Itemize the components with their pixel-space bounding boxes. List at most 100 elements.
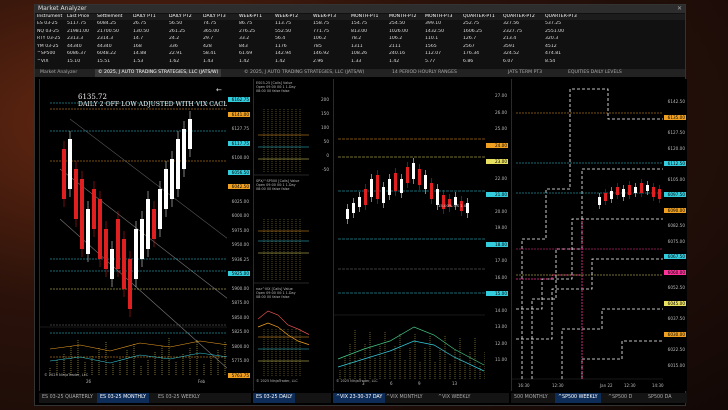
chart1-canvas[interactable] <box>40 79 251 391</box>
value-cell: 320.3 <box>545 36 559 41</box>
chart-tab[interactable]: ES 03-25 WEEKLY <box>155 393 203 403</box>
back-arrow-icon[interactable]: ← <box>216 86 222 94</box>
value-cell: 126.7 <box>463 36 477 41</box>
price-label: 6097.50 <box>664 192 686 197</box>
value-cell: 276.25 <box>239 28 256 34</box>
value-cell: 1.62 <box>169 58 180 64</box>
close-icon[interactable]: ✕ <box>677 5 682 13</box>
chart2-tabs: ES 03-25 DAILY <box>253 393 331 403</box>
price-label: 6000.00 <box>231 213 249 218</box>
market-table-row[interactable]: YM 03-25 44340 44340 168 336 428 843 1176 785 131… <box>35 44 685 50</box>
instrument-cell: RTY 03-25 <box>37 36 61 41</box>
price-label: 19.00 <box>495 225 507 230</box>
chart-panel-es-monthly[interactable]: 6135.72 DAILY 2 OFF LOW ADJUSTED WITH VI… <box>39 79 251 391</box>
chart-tab[interactable]: ES 03-25 MONTHLY <box>97 393 150 403</box>
value-cell: 176.34 <box>463 51 480 56</box>
price-label: 15.00 <box>486 291 508 296</box>
candle-body <box>640 183 643 193</box>
candle-body <box>604 193 607 201</box>
column-header[interactable]: WEEK-PT1 <box>239 14 275 20</box>
value-cell: 58.41 <box>203 51 217 56</box>
value-cell: 61.69 <box>239 51 253 56</box>
value-cell: 2567 <box>463 43 475 49</box>
chart3-canvas[interactable] <box>334 79 509 391</box>
market-table-row[interactable]: ES 03-25 5117.75 6084.25 26.75 56.50 74.75 86.… <box>35 21 685 27</box>
x-axis-label: 13 <box>452 381 458 386</box>
chart1-tabs: ES 03-25 QUARTERLY ES 03-25 MONTHLY ES 03-… <box>39 393 251 403</box>
value-cell: 474.81 <box>545 51 562 56</box>
market-table-row[interactable]: RTY 03-25 2313.3 2314.3 14.7 24.2 29.7 33.2 56.… <box>35 36 685 42</box>
chart-tab[interactable]: ES 03-25 DAILY <box>253 393 296 403</box>
chart-tab[interactable]: ES 03-25 QUARTERLY <box>39 393 96 403</box>
candle-body <box>104 229 108 269</box>
column-header[interactable]: DAILY PT3 <box>203 14 239 20</box>
value-cell: 324.52 <box>503 51 520 56</box>
chart-tab[interactable]: 500 MONTHLY <box>511 393 551 403</box>
column-header[interactable]: WEEK-PT3 <box>313 14 351 20</box>
workspace-tab[interactable]: JATS TERM PT3 <box>505 69 545 77</box>
value-cell: 1176 <box>275 43 287 49</box>
chart-panel-es-daily[interactable]: ES03-25 [Calls] Value Open 09:00 00:1 1.… <box>253 79 331 391</box>
price-label: 6037.50 <box>667 316 685 321</box>
workspace-tab[interactable]: © 2025, J AUTO TRADING STRATEGIES, LLC (… <box>241 69 367 77</box>
chart-tab[interactable]: ^VIX 23-30-37 DAY <box>333 393 386 403</box>
x-axis-label: 6 <box>390 381 393 386</box>
scale-label: 0 <box>326 153 329 158</box>
candle-body <box>622 189 625 197</box>
column-header[interactable]: DAILY PT2 <box>169 14 203 20</box>
price-label: 6162.75 <box>228 97 250 102</box>
workspace-tab[interactable]: Market Analyzer <box>37 69 80 77</box>
value-cell: 843 <box>239 43 248 49</box>
value-cell: 26.75 <box>133 21 147 26</box>
column-header[interactable]: MONTH-PT1 <box>351 14 389 20</box>
chart-tab[interactable]: ^VIX MONTHLY <box>383 393 426 403</box>
value-cell: 1311 <box>351 43 363 49</box>
price-label: 25.00 <box>495 126 507 131</box>
value-cell: 399.10 <box>425 21 442 26</box>
column-header[interactable]: DAILY PT1 <box>133 14 169 20</box>
chart2-header-es: ES03-25 [Calls] Value Open 09:00 00:1 1.… <box>256 81 296 93</box>
value-cell: 14.7 <box>133 36 144 41</box>
price-label: 5763.75 <box>228 372 250 378</box>
column-header[interactable]: Last Price <box>67 14 97 20</box>
candle-body <box>188 119 192 149</box>
window-titlebar: Market Analyzer ✕ <box>35 5 685 13</box>
column-header[interactable]: Settlement <box>97 14 133 20</box>
market-table-row[interactable]: ^VIX 15.10 15.51 1.53 1.62 1.43 1.42 1.42 2.96 1.… <box>35 59 685 65</box>
workspace-tab[interactable]: 14 PERIOD HOURLY RANGES <box>389 69 460 77</box>
column-header[interactable]: WEEK-PT2 <box>275 14 313 20</box>
price-label: 6045.00 <box>664 300 686 306</box>
candle-body <box>134 229 138 279</box>
column-header[interactable]: MONTH-PT2 <box>389 14 425 20</box>
column-header[interactable]: QUARTER-PT1 <box>463 14 503 20</box>
chart-tab[interactable]: ^VIX WEEKLY <box>435 393 473 403</box>
market-table-row[interactable]: NQ 03-25 21981.00 21700.50 130.50 261.25 365.… <box>35 29 685 35</box>
chart-panel-sp500[interactable]: 6142.50 6135.00 6127.50 6120.00 6112.50 6105.… <box>511 79 687 391</box>
column-header[interactable]: Instrument <box>37 14 67 20</box>
chart-tab[interactable]: ^SP500 D <box>605 393 635 403</box>
market-table-row[interactable]: ^SP500 6086.37 6048.22 14.88 22.91 58.41 61.69… <box>35 51 685 57</box>
candle-body <box>98 199 102 259</box>
chart-tab[interactable]: ^SP500 WEEKLY <box>555 393 601 403</box>
price-label: 6022.50 <box>667 347 685 352</box>
column-header[interactable]: QUARTER-PT2 <box>503 14 545 20</box>
chart-tab[interactable]: SP500 DA <box>645 393 675 403</box>
price-label: 12.00 <box>495 340 507 346</box>
price-label: 21.00 <box>486 192 508 197</box>
chart-panel-vix[interactable]: 15.00% OS 1.0 © 2025 NinjaTrader, LLC 27… <box>333 79 509 391</box>
workspace-tab[interactable]: EQUITIES DAILY LEVELS <box>565 69 625 77</box>
chart4-x-axis: 16:30 12:30 Jan 22 12:30 14:30 <box>512 383 664 389</box>
value-cell: 261.25 <box>169 28 186 34</box>
chart4-canvas[interactable] <box>512 79 687 391</box>
column-header[interactable]: MONTH-PT3 <box>425 14 463 20</box>
value-cell: 21981.00 <box>67 28 89 34</box>
candle-body <box>110 249 114 279</box>
workspace-tab[interactable]: © 2025, J AUTO TRADING STRATEGIES, LLC (… <box>95 69 222 77</box>
price-label: 6025.00 <box>231 198 249 204</box>
price-label: 6042.50 <box>228 184 250 189</box>
price-label: 5936.25 <box>231 256 249 262</box>
value-cell: 1.43 <box>203 58 214 64</box>
column-header[interactable]: QUARTER-PT3 <box>545 14 595 20</box>
chart2-price-axis: 200 150 100 50 0 -50 <box>309 79 331 391</box>
value-cell: 22.91 <box>169 51 183 56</box>
